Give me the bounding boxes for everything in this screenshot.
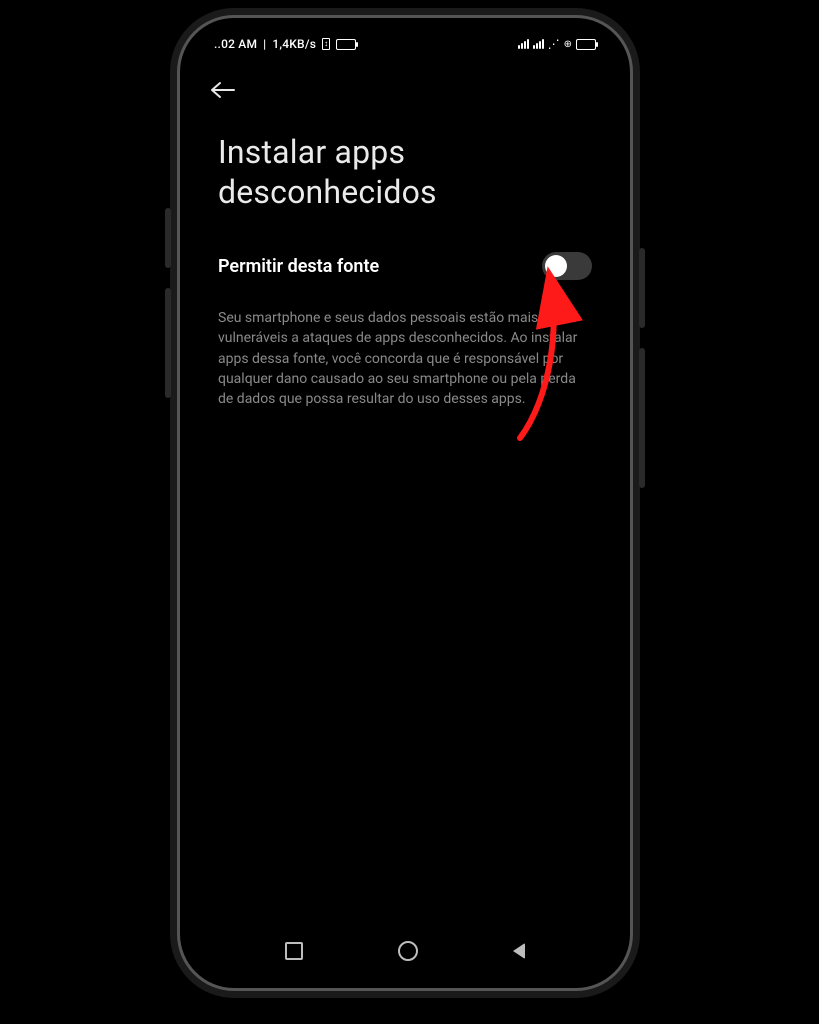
status-time: ..02 AM [214,37,257,51]
phone-frame: ..02 AM | 1,4KB/s ↕ ⋰ ⊕ Instalar apps d [180,18,630,988]
phone-side-button [165,208,171,268]
nav-home-button[interactable] [398,941,418,961]
status-data-rate: 1,4KB/s [272,37,316,51]
battery-icon [576,39,596,50]
allow-source-toggle[interactable] [542,252,592,280]
status-right: ⋰ ⊕ [518,37,596,51]
nav-back-button[interactable] [513,943,525,959]
screen: ..02 AM | 1,4KB/s ↕ ⋰ ⊕ Instalar apps d [190,28,620,978]
signal-icon [533,39,544,49]
setting-description: Seu smartphone e seus dados pessoais est… [190,298,620,409]
status-separator: | [263,37,266,51]
settings-small-icon: ⊕ [564,39,572,50]
battery-icon-small [336,39,356,50]
setting-row-allow-source[interactable]: Permitir desta fonte [190,248,620,298]
nav-recent-button[interactable] [285,942,303,960]
status-bar: ..02 AM | 1,4KB/s ↕ ⋰ ⊕ [190,28,620,58]
back-button[interactable] [210,80,600,100]
page-title: Instalar apps desconhecidos [190,108,620,248]
signal-icon [518,39,529,49]
setting-label: Permitir desta fonte [218,256,379,277]
phone-side-button [639,348,645,488]
phone-side-button [639,248,645,328]
toggle-knob [545,255,567,277]
navigation-bar [190,934,620,968]
phone-side-button [165,288,171,398]
wifi-icon: ⋰ [548,37,560,51]
data-icon: ↕ [322,38,330,50]
status-left: ..02 AM | 1,4KB/s ↕ [214,37,356,51]
